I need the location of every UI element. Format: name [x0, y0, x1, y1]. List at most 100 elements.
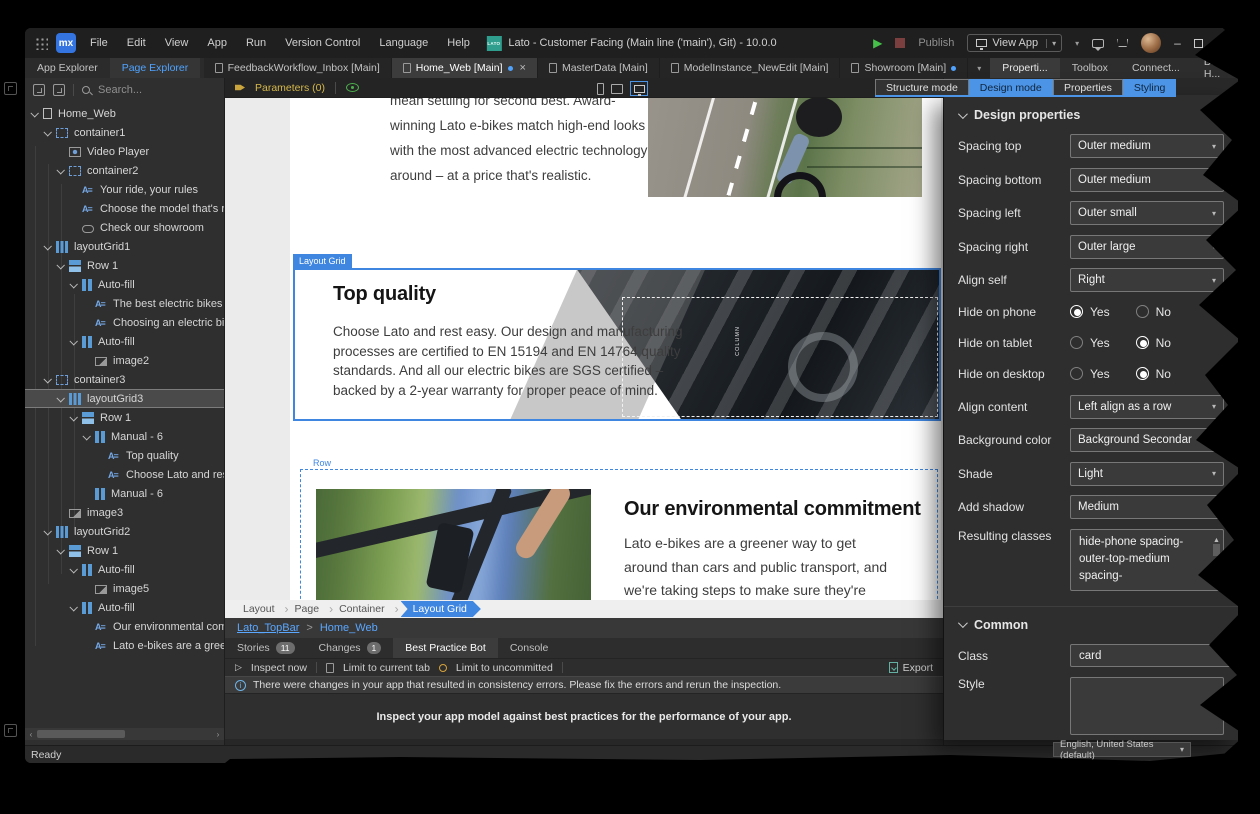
tree-item[interactable]: Choose the model that's right for yo — [25, 199, 224, 218]
menu-item[interactable]: Version Control — [285, 37, 360, 49]
breadcrumb-item[interactable]: Container — [329, 603, 395, 615]
chevron-down-icon[interactable] — [43, 375, 51, 383]
menu-item[interactable]: Edit — [127, 37, 146, 49]
environment-heading[interactable]: Our environmental commitment — [624, 498, 921, 521]
parameters-label[interactable]: Parameters (0) — [255, 82, 325, 94]
property-select[interactable]: Right ▾ — [1070, 268, 1224, 292]
scrollbar-thumb[interactable] — [1213, 544, 1220, 556]
property-select[interactable]: Outer medium ▾ — [1070, 134, 1224, 158]
tree-item[interactable]: layoutGrid1 — [25, 237, 224, 256]
tree-item[interactable]: Video Player — [25, 142, 224, 161]
tree-item[interactable]: Auto-fill — [25, 332, 224, 351]
breadcrumb-item-active[interactable]: Layout Grid — [401, 601, 481, 617]
menu-item[interactable]: App — [207, 37, 227, 49]
chevron-down-icon[interactable] — [30, 109, 38, 117]
dock-tab[interactable]: Stories 11 — [225, 638, 307, 658]
right-panel-tab[interactable]: Properti... — [990, 58, 1060, 78]
breadcrumb-item[interactable]: Page — [285, 603, 330, 615]
chevron-down-icon[interactable] — [56, 261, 64, 269]
environment-paragraph[interactable]: Lato e-bikes are a greener way to get ar… — [624, 532, 894, 600]
limit-to-current-tab-button[interactable]: Limit to current tab — [343, 662, 430, 674]
property-select[interactable]: Outer large ▾ — [1070, 235, 1224, 259]
explorer-panel-tab[interactable]: App Explorer — [25, 58, 110, 78]
tablet-preview-icon[interactable] — [611, 84, 623, 94]
tree-item[interactable]: Your ride, your rules — [25, 180, 224, 199]
dock-tab[interactable]: Changes 1 — [307, 638, 394, 658]
structure-mode-button[interactable]: Structure mode — [875, 79, 969, 95]
view-app-caret-icon[interactable]: ▾ — [1046, 39, 1061, 48]
document-tab[interactable]: MasterData [Main] × — [538, 58, 660, 78]
chevron-down-icon[interactable] — [43, 128, 51, 136]
property-select[interactable]: Background Secondar ▾ — [1070, 428, 1224, 452]
menu-item[interactable]: Language — [379, 37, 428, 49]
breadcrumb-item[interactable]: Layout — [233, 603, 285, 615]
maximize-button[interactable] — [1194, 39, 1203, 48]
tree-item[interactable]: image5 — [25, 579, 224, 598]
marketplace-cart-icon[interactable] — [1117, 39, 1128, 47]
phone-preview-icon[interactable] — [597, 83, 604, 95]
close-tab-icon[interactable]: × — [520, 62, 526, 74]
current-page-link[interactable]: Home_Web — [320, 622, 378, 634]
tree-item[interactable]: Choose Lato and rest easy. O — [25, 465, 224, 484]
feedback-icon[interactable] — [1092, 39, 1104, 48]
chevron-down-icon[interactable] — [69, 565, 77, 573]
column-selection-outline[interactable]: COLUMN — [622, 297, 938, 417]
run-button[interactable]: ▶ — [873, 36, 882, 50]
tree-item[interactable]: Home_Web — [25, 104, 224, 123]
document-tab[interactable]: FeedbackWorkflow_Inbox [Main] × — [204, 58, 392, 78]
vertical-scrollbar[interactable]: ▲ ▼ — [1210, 530, 1223, 590]
tree-item[interactable]: Row 1 — [25, 256, 224, 275]
radio-yes[interactable]: Yes — [1070, 336, 1110, 350]
menu-item[interactable]: Run — [246, 37, 266, 49]
dock-tab[interactable]: Console — [498, 638, 561, 658]
locate-in-tree-icon[interactable] — [53, 84, 65, 96]
close-button[interactable]: × — [1216, 38, 1224, 48]
right-panel-tab[interactable]: Connect... — [1120, 58, 1192, 78]
tree-item[interactable]: image2 — [25, 351, 224, 370]
styling-tab-button[interactable]: Styling — [1123, 79, 1177, 95]
design-canvas[interactable]: mean settling for second best. Award-win… — [225, 98, 943, 600]
radio-yes[interactable]: Yes — [1070, 305, 1110, 319]
dock-pin-icon[interactable] — [4, 724, 17, 737]
layout-link[interactable]: Lato_TopBar — [237, 622, 299, 634]
tree-item[interactable]: Check our showroom — [25, 218, 224, 237]
tree-item[interactable]: Row 1 — [25, 408, 224, 427]
tree-item[interactable]: layoutGrid3 — [25, 389, 224, 408]
tree-item[interactable]: Our environmental commitmen — [25, 617, 224, 636]
more-options-caret-icon[interactable]: ▾ — [1075, 39, 1079, 48]
chevron-down-icon[interactable] — [43, 242, 51, 250]
preview-eye-icon[interactable] — [346, 83, 359, 92]
inspect-now-button[interactable]: Inspect now — [251, 662, 307, 674]
desktop-preview-selected[interactable] — [630, 81, 648, 96]
tab-list-caret-icon[interactable]: ▾ — [968, 58, 990, 78]
property-select[interactable]: Outer small ▾ — [1070, 201, 1224, 225]
scroll-left-icon[interactable]: ‹ — [25, 730, 37, 739]
dock-tab[interactable]: Best Practice Bot — [393, 638, 498, 658]
chevron-down-icon[interactable] — [56, 394, 64, 402]
minimize-button[interactable]: – — [1174, 39, 1181, 47]
top-quality-card[interactable]: Top quality Choose Lato and rest easy. O… — [293, 268, 941, 421]
chevron-down-icon[interactable] — [56, 166, 64, 174]
style-input[interactable] — [1070, 677, 1224, 735]
common-section-header[interactable]: Common — [958, 613, 1224, 637]
mendix-logo[interactable]: mx — [56, 33, 76, 53]
radio-no[interactable]: No — [1136, 305, 1171, 319]
chevron-down-icon[interactable] — [69, 337, 77, 345]
chevron-down-icon[interactable] — [82, 432, 90, 440]
chevron-down-icon[interactable] — [43, 527, 51, 535]
menu-item[interactable]: View — [165, 37, 189, 49]
property-select[interactable]: Left align as a row ▾ — [1070, 395, 1224, 419]
radio-no[interactable]: No — [1136, 367, 1171, 381]
resulting-classes-box[interactable]: hide-phone spacing-outer-top-medium spac… — [1070, 529, 1224, 591]
horizontal-scrollbar[interactable]: ‹ › — [25, 728, 224, 740]
tree-item[interactable]: Auto-fill — [25, 598, 224, 617]
tree-item[interactable]: Manual - 6 — [25, 484, 224, 503]
chevron-down-icon[interactable] — [69, 413, 77, 421]
chevron-down-icon[interactable] — [69, 280, 77, 288]
tree-item[interactable]: Lato e-bikes are a greener way t — [25, 636, 224, 655]
tree-item[interactable]: Manual - 6 — [25, 427, 224, 446]
tree-item[interactable]: The best electric bikes — [25, 294, 224, 313]
document-tab[interactable]: Showroom [Main] × — [840, 58, 968, 78]
limit-to-uncommitted-button[interactable]: Limit to uncommitted — [456, 662, 553, 674]
tree-item[interactable]: Row 1 — [25, 541, 224, 560]
